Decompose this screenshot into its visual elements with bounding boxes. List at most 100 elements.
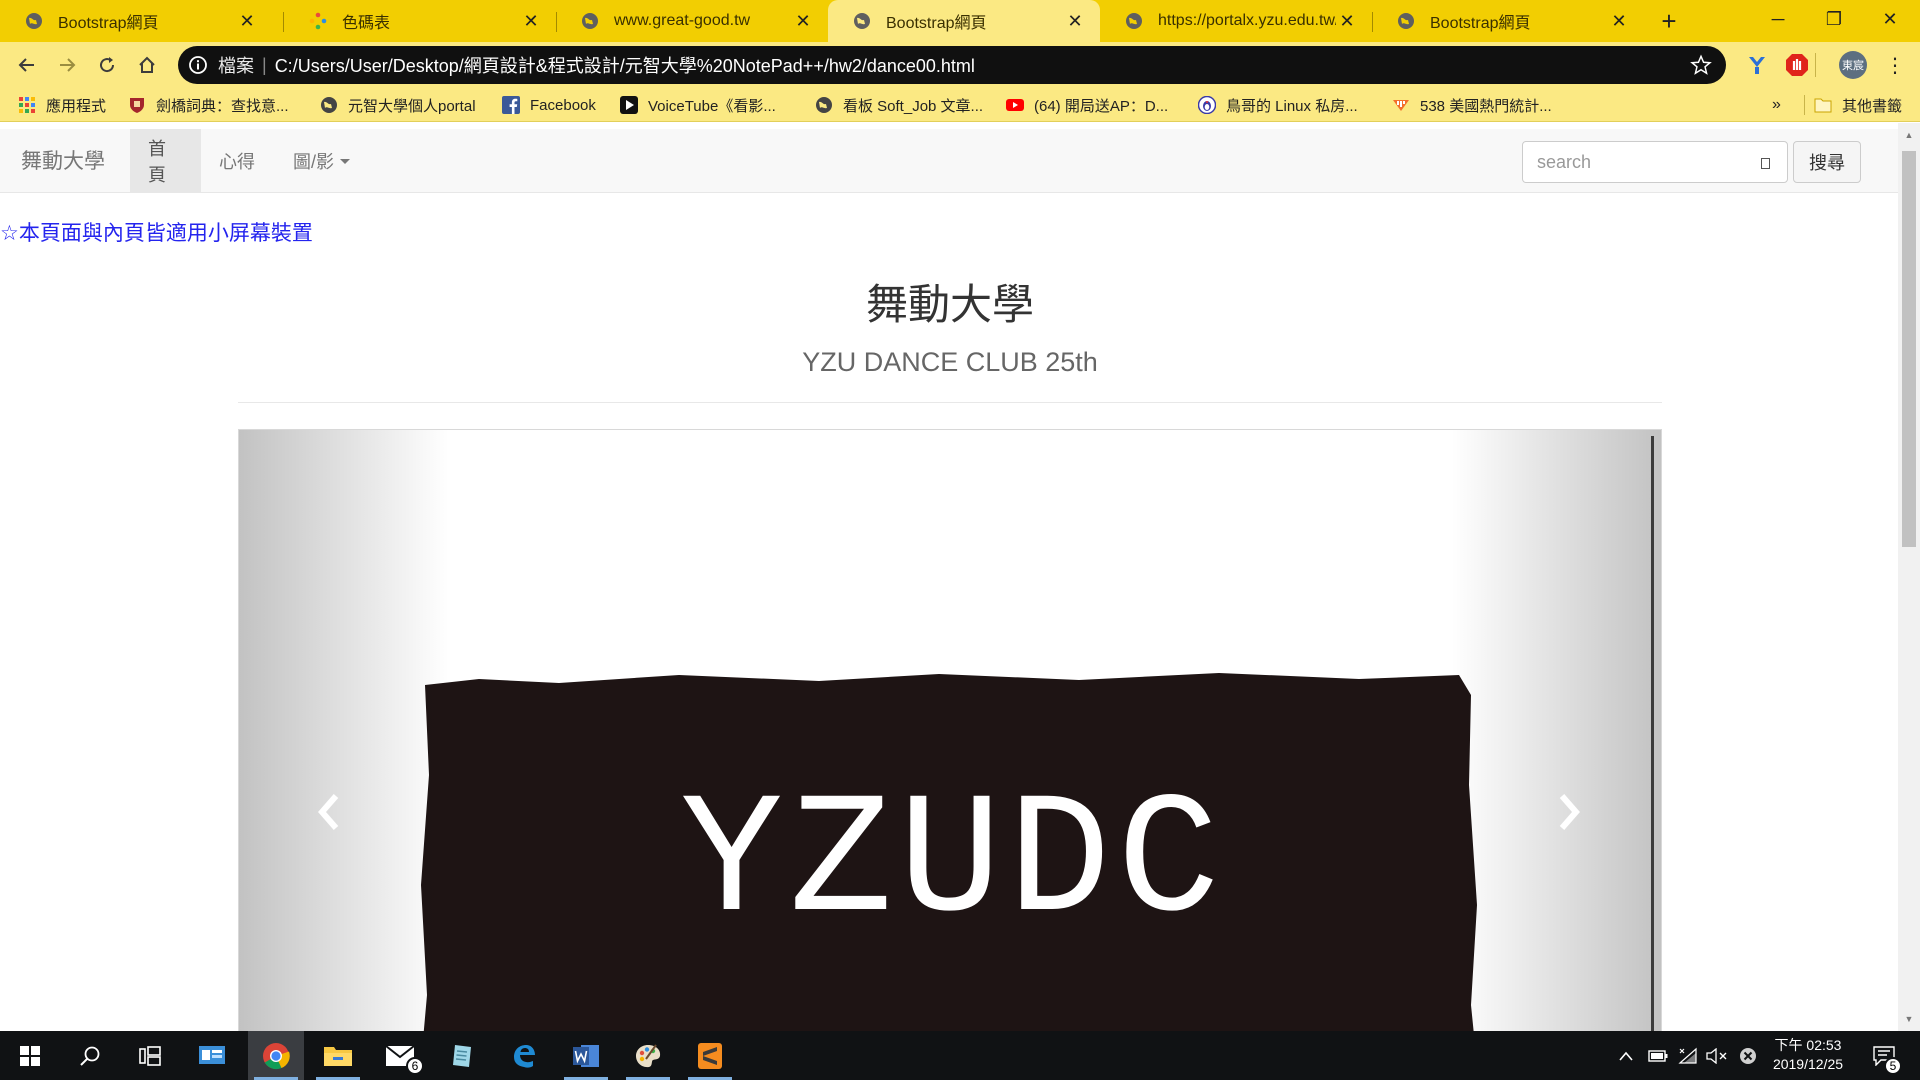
- taskbar-paint[interactable]: [620, 1031, 676, 1080]
- bookmarks-divider: [1804, 95, 1805, 115]
- carousel-control-left[interactable]: [239, 430, 449, 1031]
- arrow-right-icon: [60, 58, 76, 72]
- search-taskbar-button[interactable]: [62, 1031, 118, 1080]
- minimize-button[interactable]: ─: [1750, 0, 1806, 38]
- profile-avatar[interactable]: 東宸: [1839, 51, 1867, 79]
- home-icon: [139, 56, 155, 73]
- action-center-button[interactable]: 5: [1864, 1031, 1904, 1080]
- tab-close-icon[interactable]: ✕: [520, 10, 542, 32]
- nav-reflections[interactable]: 心得: [201, 129, 273, 192]
- tray-overflow-icon[interactable]: [1614, 1031, 1638, 1080]
- tab-title: Bootstrap網頁: [886, 15, 987, 32]
- forward-button[interactable]: [50, 48, 84, 82]
- task-view-button[interactable]: [122, 1031, 178, 1080]
- mobile-notice-link[interactable]: ☆本頁面與內頁皆適用小屏幕裝置: [0, 217, 313, 247]
- battery-icon[interactable]: [1646, 1031, 1670, 1080]
- bookmark-facebook[interactable]: Facebook: [502, 88, 596, 122]
- bookmark-538[interactable]: 538 美國熱門統計...: [1392, 88, 1552, 122]
- carousel-control-right[interactable]: [1451, 430, 1661, 1031]
- tab-portalx[interactable]: https://portalx.yzu.edu.tw/ ✕: [1100, 0, 1372, 42]
- tab-great-good[interactable]: www.great-good.tw ✕: [556, 0, 828, 42]
- globe-icon: [320, 96, 338, 114]
- address-separator: |: [262, 54, 267, 75]
- reload-button[interactable]: [90, 48, 124, 82]
- tab-close-icon[interactable]: ✕: [1336, 10, 1358, 32]
- bookmark-label: (64) 開局送AP：D...: [1034, 97, 1169, 115]
- tab-bootstrap-3[interactable]: Bootstrap網頁 ✕: [1372, 0, 1644, 42]
- volume-muted-icon[interactable]: [1704, 1031, 1730, 1080]
- start-button[interactable]: [2, 1031, 58, 1080]
- task-view-icon: [139, 1045, 161, 1066]
- tab-close-icon[interactable]: ✕: [1064, 10, 1086, 32]
- tab-bootstrap-active[interactable]: Bootstrap網頁 ✕: [828, 0, 1100, 42]
- bookmark-youtube[interactable]: (64) 開局送AP：D...: [1006, 88, 1168, 122]
- address-scheme-label: 檔案: [218, 56, 254, 76]
- edge-icon: [514, 1044, 535, 1068]
- network-disconnected-icon[interactable]: [1736, 1031, 1760, 1080]
- bookmark-cambridge[interactable]: 劍橋詞典：查找意...: [128, 88, 289, 122]
- site-brand[interactable]: 舞動大學: [21, 129, 105, 191]
- bookmark-label: 應用程式: [46, 97, 107, 115]
- taskbar-word[interactable]: [558, 1031, 614, 1080]
- address-url[interactable]: C:/Users/User/Desktop/網頁設計&程式設計/元智大學%20N…: [275, 52, 1690, 78]
- bookmark-apps[interactable]: 應用程式: [18, 88, 106, 122]
- taskbar-chrome[interactable]: [248, 1031, 304, 1080]
- nav-label: 圖/影: [293, 151, 335, 172]
- search-input[interactable]: [1522, 141, 1788, 183]
- adblock-extension-icon[interactable]: [1784, 52, 1810, 78]
- browser-menu-icon[interactable]: ⋮: [1883, 52, 1907, 78]
- folder-icon: [324, 1046, 352, 1066]
- voicetube-icon: [620, 96, 638, 114]
- address-bar[interactable]: 檔案 | C:/Users/User/Desktop/網頁設計&程式設計/元智大…: [178, 46, 1726, 84]
- tab-close-icon[interactable]: ✕: [792, 10, 814, 32]
- notification-count: 5: [1884, 1057, 1902, 1075]
- tab-title: www.great-good.tw: [614, 12, 751, 29]
- bookmark-ptt-softjob[interactable]: 看板 Soft_Job 文章...: [815, 88, 983, 122]
- scroll-up-icon[interactable]: ▲: [1903, 129, 1915, 141]
- word-icon: [573, 1044, 599, 1067]
- tab-close-icon[interactable]: ✕: [236, 10, 258, 32]
- taskbar-mail[interactable]: 6: [372, 1031, 428, 1080]
- chevron-right-icon[interactable]: [1549, 782, 1589, 842]
- new-tab-button[interactable]: +: [1654, 4, 1684, 38]
- bookmark-voicetube[interactable]: VoiceTube《看影...: [620, 88, 776, 122]
- chevron-left-icon[interactable]: [309, 782, 349, 842]
- tab-color-chart[interactable]: 色碼表 ✕: [284, 0, 556, 42]
- nav-home[interactable]: 首頁: [130, 129, 201, 192]
- info-icon[interactable]: [188, 55, 208, 75]
- taskbar-control-panel[interactable]: [184, 1031, 240, 1080]
- globe-icon: [1124, 11, 1144, 31]
- close-window-button[interactable]: ✕: [1862, 0, 1918, 38]
- nav-media-dropdown[interactable]: 圖/影: [275, 129, 368, 192]
- taskbar-sublime[interactable]: [682, 1031, 738, 1080]
- tab-close-icon[interactable]: ✕: [1608, 10, 1630, 32]
- scroll-down-icon[interactable]: ▼: [1903, 1013, 1915, 1025]
- bookmark-label: 看板 Soft_Job 文章...: [843, 97, 984, 115]
- restore-button[interactable]: ❐: [1806, 0, 1862, 38]
- globe-icon: [24, 11, 44, 31]
- vpn-extension-icon[interactable]: [1744, 52, 1770, 78]
- bookmark-vbird-linux[interactable]: 鳥哥的 Linux 私房...: [1198, 88, 1358, 122]
- taskbar-clock[interactable]: 下午 02:53 2019/12/25: [1762, 1036, 1854, 1074]
- other-bookmarks[interactable]: 其他書籤: [1814, 88, 1902, 122]
- taskbar-edge[interactable]: [496, 1031, 552, 1080]
- bookmarks-overflow-button[interactable]: »: [1772, 88, 1781, 122]
- page-scrollbar[interactable]: ▲ ▼: [1898, 123, 1920, 1031]
- taskbar-file-explorer[interactable]: [310, 1031, 366, 1080]
- bookmark-label: 劍橋詞典：查找意...: [156, 97, 289, 115]
- arrow-left-icon: [18, 58, 34, 72]
- bookmark-label: 鳥哥的 Linux 私房...: [1226, 97, 1358, 115]
- search-button[interactable]: 搜尋: [1793, 141, 1861, 183]
- bookmark-yzu-portal[interactable]: 元智大學個人portal: [320, 88, 476, 122]
- penguin-icon: [1198, 96, 1216, 114]
- tab-bootstrap-1[interactable]: Bootstrap網頁 ✕: [0, 0, 272, 42]
- tab-title: Bootstrap網頁: [1430, 15, 1531, 32]
- bookmark-label: Facebook: [530, 96, 596, 114]
- youtube-icon: [1006, 96, 1024, 114]
- wifi-icon[interactable]: [1676, 1031, 1700, 1080]
- taskbar-notepad-app[interactable]: [434, 1031, 490, 1080]
- scrollbar-thumb[interactable]: [1902, 151, 1916, 547]
- back-button[interactable]: [10, 48, 44, 82]
- bookmark-star-icon[interactable]: [1690, 54, 1712, 76]
- home-button[interactable]: [130, 48, 164, 82]
